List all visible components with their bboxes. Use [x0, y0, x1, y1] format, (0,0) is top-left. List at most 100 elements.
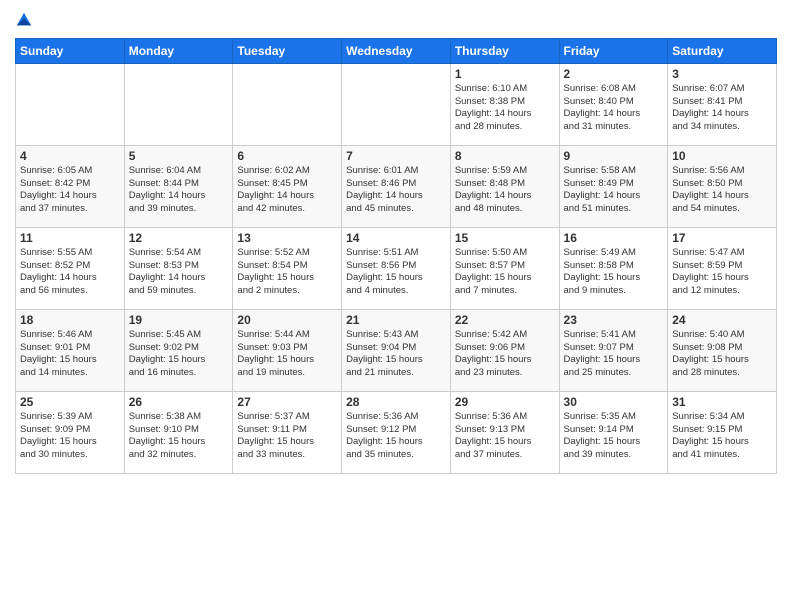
calendar-cell: 9 Sunrise: 5:58 AM Sunset: 8:49 PM Daylig… [559, 145, 668, 227]
day-info: Sunrise: 5:54 AM Sunset: 8:53 PM Dayligh… [129, 247, 229, 298]
day-info: Sunrise: 5:38 AM Sunset: 9:10 PM Dayligh… [129, 411, 229, 462]
day-number: 2 [564, 67, 664, 81]
calendar-cell: 19Sunrise: 5:45 AM Sunset: 9:02 PM Dayli… [124, 309, 233, 391]
day-number: 13 [237, 231, 337, 245]
calendar-cell: 1 Sunrise: 6:10 AM Sunset: 8:38 PM Daylig… [450, 63, 559, 145]
calendar-week-4: 18 Sunrise: 5:46 AM Sunset: 9:01 PM Dayli… [16, 309, 777, 391]
day-number: 8 [455, 149, 555, 163]
calendar-header-monday: Monday [124, 38, 233, 63]
day-number: 24 [672, 313, 772, 327]
calendar-header-tuesday: Tuesday [233, 38, 342, 63]
calendar: SundayMondayTuesdayWednesdayThursdayFrid… [15, 38, 777, 474]
day-number: 30 [564, 395, 664, 409]
header [15, 10, 777, 30]
calendar-cell [233, 63, 342, 145]
calendar-header-thursday: Thursday [450, 38, 559, 63]
day-number: 3 [672, 67, 772, 81]
calendar-cell: 2 Sunrise: 6:08 AM Sunset: 8:40 PM Daylig… [559, 63, 668, 145]
day-info: Sunrise: 5:36 AM Sunset: 9:13 PM Dayligh… [455, 411, 555, 462]
calendar-cell: 17 Sunrise: 5:47 AM Sunset: 8:59 PM Dayli… [668, 227, 777, 309]
day-info: Sunrise: 6:04 AM Sunset: 8:44 PM Dayligh… [129, 165, 229, 216]
day-info: Sunrise: 6:01 AM Sunset: 8:46 PM Dayligh… [346, 165, 446, 216]
day-number: 15 [455, 231, 555, 245]
day-info: Sunrise: 5:55 AM Sunset: 8:52 PM Dayligh… [20, 247, 120, 298]
day-info: Sunrise: 5:40 AM Sunset: 9:08 PM Dayligh… [672, 329, 772, 380]
calendar-cell [124, 63, 233, 145]
day-number: 5 [129, 149, 229, 163]
day-number: 26 [129, 395, 229, 409]
day-number: 23 [564, 313, 664, 327]
calendar-header-saturday: Saturday [668, 38, 777, 63]
calendar-header-friday: Friday [559, 38, 668, 63]
calendar-week-5: 25Sunrise: 5:39 AM Sunset: 9:09 PM Dayli… [16, 391, 777, 473]
day-info: Sunrise: 6:10 AM Sunset: 8:38 PM Dayligh… [455, 83, 555, 134]
day-number: 16 [564, 231, 664, 245]
calendar-week-1: 1 Sunrise: 6:10 AM Sunset: 8:38 PM Daylig… [16, 63, 777, 145]
day-number: 27 [237, 395, 337, 409]
day-number: 11 [20, 231, 120, 245]
calendar-cell: 20 Sunrise: 5:44 AM Sunset: 9:03 PM Dayli… [233, 309, 342, 391]
day-info: Sunrise: 5:45 AM Sunset: 9:02 PM Dayligh… [129, 329, 229, 380]
calendar-cell: 29 Sunrise: 5:36 AM Sunset: 9:13 PM Dayli… [450, 391, 559, 473]
page: SundayMondayTuesdayWednesdayThursdayFrid… [0, 0, 792, 612]
day-info: Sunrise: 6:02 AM Sunset: 8:45 PM Dayligh… [237, 165, 337, 216]
day-info: Sunrise: 6:08 AM Sunset: 8:40 PM Dayligh… [564, 83, 664, 134]
day-number: 20 [237, 313, 337, 327]
calendar-cell: 12Sunrise: 5:54 AM Sunset: 8:53 PM Dayli… [124, 227, 233, 309]
day-info: Sunrise: 5:37 AM Sunset: 9:11 PM Dayligh… [237, 411, 337, 462]
logo-icon [15, 11, 33, 29]
day-info: Sunrise: 5:50 AM Sunset: 8:57 PM Dayligh… [455, 247, 555, 298]
calendar-cell: 4Sunrise: 6:05 AM Sunset: 8:42 PM Daylig… [16, 145, 125, 227]
day-number: 17 [672, 231, 772, 245]
day-number: 31 [672, 395, 772, 409]
calendar-cell: 7 Sunrise: 6:01 AM Sunset: 8:46 PM Daylig… [342, 145, 451, 227]
day-info: Sunrise: 5:51 AM Sunset: 8:56 PM Dayligh… [346, 247, 446, 298]
day-info: Sunrise: 5:44 AM Sunset: 9:03 PM Dayligh… [237, 329, 337, 380]
calendar-header-row: SundayMondayTuesdayWednesdayThursdayFrid… [16, 38, 777, 63]
logo [15, 10, 35, 30]
calendar-cell: 24 Sunrise: 5:40 AM Sunset: 9:08 PM Dayli… [668, 309, 777, 391]
day-info: Sunrise: 5:43 AM Sunset: 9:04 PM Dayligh… [346, 329, 446, 380]
calendar-cell [16, 63, 125, 145]
day-info: Sunrise: 6:07 AM Sunset: 8:41 PM Dayligh… [672, 83, 772, 134]
day-info: Sunrise: 5:47 AM Sunset: 8:59 PM Dayligh… [672, 247, 772, 298]
day-number: 28 [346, 395, 446, 409]
day-number: 29 [455, 395, 555, 409]
day-info: Sunrise: 5:46 AM Sunset: 9:01 PM Dayligh… [20, 329, 120, 380]
day-number: 4 [20, 149, 120, 163]
calendar-cell: 5 Sunrise: 6:04 AM Sunset: 8:44 PM Daylig… [124, 145, 233, 227]
day-info: Sunrise: 5:41 AM Sunset: 9:07 PM Dayligh… [564, 329, 664, 380]
day-info: Sunrise: 5:49 AM Sunset: 8:58 PM Dayligh… [564, 247, 664, 298]
day-info: Sunrise: 5:42 AM Sunset: 9:06 PM Dayligh… [455, 329, 555, 380]
calendar-cell: 23 Sunrise: 5:41 AM Sunset: 9:07 PM Dayli… [559, 309, 668, 391]
calendar-header-sunday: Sunday [16, 38, 125, 63]
calendar-cell: 31 Sunrise: 5:34 AM Sunset: 9:15 PM Dayli… [668, 391, 777, 473]
day-number: 7 [346, 149, 446, 163]
calendar-cell: 26 Sunrise: 5:38 AM Sunset: 9:10 PM Dayli… [124, 391, 233, 473]
day-info: Sunrise: 5:35 AM Sunset: 9:14 PM Dayligh… [564, 411, 664, 462]
calendar-cell [342, 63, 451, 145]
day-number: 9 [564, 149, 664, 163]
calendar-cell: 8 Sunrise: 5:59 AM Sunset: 8:48 PM Daylig… [450, 145, 559, 227]
calendar-cell: 27 Sunrise: 5:37 AM Sunset: 9:11 PM Dayli… [233, 391, 342, 473]
calendar-cell: 14 Sunrise: 5:51 AM Sunset: 8:56 PM Dayli… [342, 227, 451, 309]
calendar-week-3: 11 Sunrise: 5:55 AM Sunset: 8:52 PM Dayli… [16, 227, 777, 309]
day-info: Sunrise: 5:56 AM Sunset: 8:50 PM Dayligh… [672, 165, 772, 216]
day-info: Sunrise: 5:52 AM Sunset: 8:54 PM Dayligh… [237, 247, 337, 298]
day-info: Sunrise: 5:58 AM Sunset: 8:49 PM Dayligh… [564, 165, 664, 216]
calendar-cell: 13 Sunrise: 5:52 AM Sunset: 8:54 PM Dayli… [233, 227, 342, 309]
calendar-cell: 11 Sunrise: 5:55 AM Sunset: 8:52 PM Dayli… [16, 227, 125, 309]
day-info: Sunrise: 5:34 AM Sunset: 9:15 PM Dayligh… [672, 411, 772, 462]
day-number: 1 [455, 67, 555, 81]
day-number: 18 [20, 313, 120, 327]
day-number: 14 [346, 231, 446, 245]
calendar-cell: 25Sunrise: 5:39 AM Sunset: 9:09 PM Dayli… [16, 391, 125, 473]
calendar-cell: 22Sunrise: 5:42 AM Sunset: 9:06 PM Dayli… [450, 309, 559, 391]
calendar-cell: 15 Sunrise: 5:50 AM Sunset: 8:57 PM Dayli… [450, 227, 559, 309]
day-number: 25 [20, 395, 120, 409]
day-number: 21 [346, 313, 446, 327]
calendar-cell: 16 Sunrise: 5:49 AM Sunset: 8:58 PM Dayli… [559, 227, 668, 309]
calendar-cell: 10Sunrise: 5:56 AM Sunset: 8:50 PM Dayli… [668, 145, 777, 227]
day-info: Sunrise: 5:59 AM Sunset: 8:48 PM Dayligh… [455, 165, 555, 216]
calendar-cell: 6Sunrise: 6:02 AM Sunset: 8:45 PM Daylig… [233, 145, 342, 227]
